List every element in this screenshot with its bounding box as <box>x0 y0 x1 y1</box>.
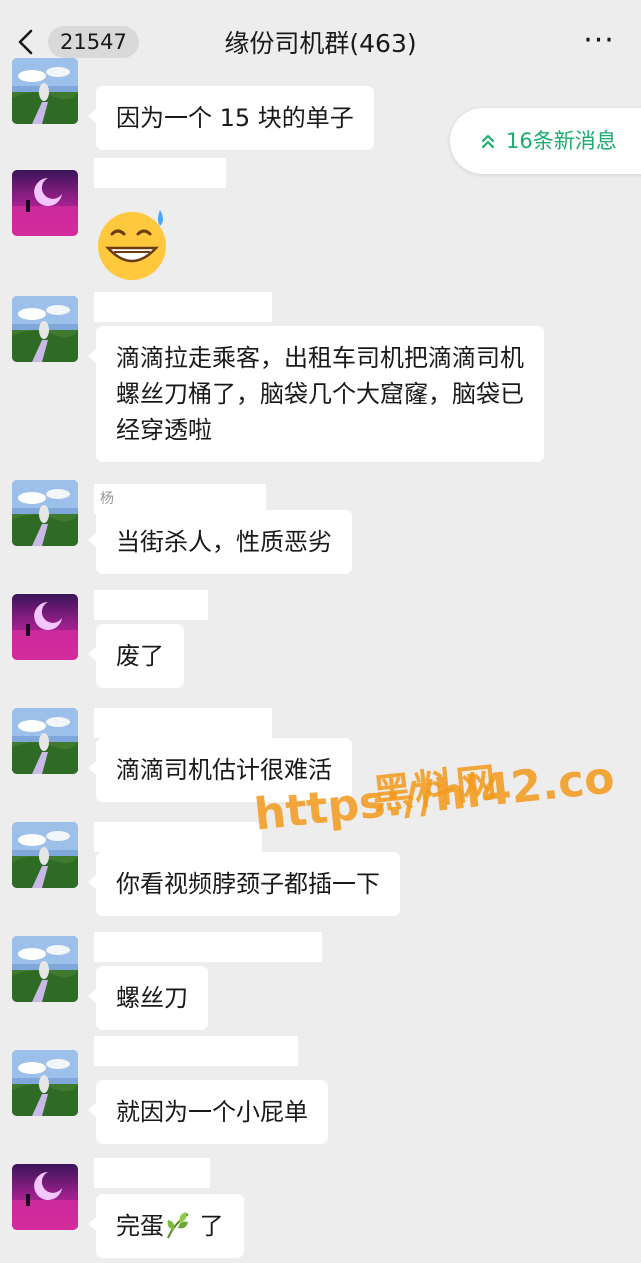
message-bubble[interactable]: 当街杀人，性质恶劣 <box>88 510 352 574</box>
avatar[interactable] <box>12 58 78 124</box>
avatar[interactable] <box>12 480 78 546</box>
message-bubble[interactable]: 滴滴拉走乘客，出租车司机把滴滴司机螺丝刀桶了，脑袋几个大窟窿，脑袋已经穿透啦 <box>88 326 544 462</box>
message-bubble[interactable]: 就因为一个小屁单 <box>88 1080 328 1144</box>
sender-name <box>94 932 322 962</box>
avatar[interactable] <box>12 708 78 774</box>
double-chevron-up-icon <box>480 132 496 154</box>
message-text: 完蛋 <box>116 1212 164 1240</box>
sender-name <box>94 158 226 188</box>
message-bubble[interactable]: 完蛋 了 <box>88 1194 244 1258</box>
sender-name <box>94 292 272 322</box>
avatar[interactable] <box>12 1050 78 1116</box>
sender-name <box>94 1158 210 1188</box>
new-messages-button[interactable]: 16条新消息 <box>450 108 641 174</box>
unread-count-badge: 21547 <box>48 26 139 58</box>
message-bubble[interactable]: 因为一个 15 块的单子 <box>88 86 374 150</box>
avatar[interactable] <box>12 170 78 236</box>
new-messages-label: 16条新消息 <box>506 129 617 153</box>
avatar[interactable] <box>12 822 78 888</box>
message-text: 了 <box>192 1212 224 1240</box>
message-bubble[interactable]: 你看视频脖颈子都插一下 <box>88 852 400 916</box>
sender-name <box>94 590 208 620</box>
landscape-avatar-image <box>12 58 78 124</box>
more-options-button[interactable]: ··· <box>574 26 624 62</box>
avatar[interactable] <box>12 296 78 362</box>
leaf-emoji-icon <box>164 1210 192 1240</box>
avatar[interactable] <box>12 936 78 1002</box>
message-bubble[interactable]: 螺丝刀 <box>88 966 208 1030</box>
chat-title: 缘份司机群(463) <box>224 29 417 58</box>
sender-name <box>94 708 272 738</box>
avatar[interactable] <box>12 1164 78 1230</box>
grinning-sweat-emoji <box>94 204 174 288</box>
purple-sea-avatar-image <box>12 170 78 236</box>
sender-name <box>94 1036 298 1066</box>
chat-header: 21547 缘份司机群(463) ··· <box>0 0 641 84</box>
chevron-left-icon <box>16 29 34 59</box>
message-bubble[interactable]: 废了 <box>88 624 184 688</box>
avatar[interactable] <box>12 594 78 660</box>
sender-name <box>94 822 262 852</box>
back-button[interactable]: 21547 <box>10 24 139 62</box>
